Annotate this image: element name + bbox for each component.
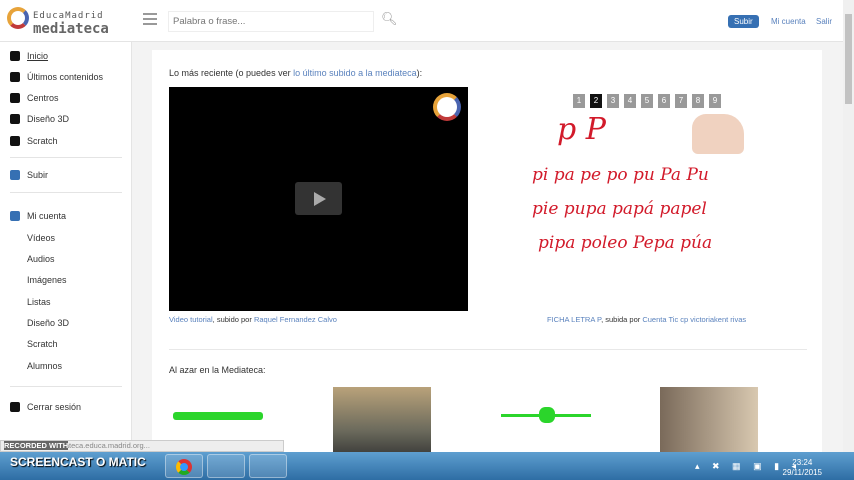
text: , subida por (601, 315, 643, 324)
brand-top: EducaMadrid (33, 11, 104, 21)
menu-icon[interactable] (143, 13, 157, 25)
home-icon (10, 51, 20, 61)
sidebar-subitem-scratch[interactable]: Scratch (27, 339, 58, 349)
page-button-3[interactable]: 3 (607, 94, 619, 108)
search-icon[interactable]: 🔍︎ (381, 11, 398, 27)
sidebar-subitem-diseno3d[interactable]: Diseño 3D (27, 318, 69, 328)
page-button-6[interactable]: 6 (658, 94, 670, 108)
my-account-link[interactable]: Mi cuenta (771, 17, 806, 26)
screencast-watermark: SCREENCAST O MATIC (10, 455, 146, 469)
label: Últimos contenidos (27, 72, 104, 82)
logout-link[interactable]: Salir (816, 17, 832, 26)
recent-heading: Lo más reciente (o puedes ver lo último … (169, 68, 422, 78)
page-scrollbar[interactable] (843, 0, 854, 452)
app-taskbar-button[interactable] (207, 454, 245, 478)
scrollbar-thumb[interactable] (845, 14, 852, 104)
label: Subir (27, 170, 49, 180)
sheet-line: p P (557, 112, 606, 147)
video-title-link[interactable]: Video tutorial (169, 315, 213, 324)
sidebar-subitem-listas[interactable]: Listas (27, 297, 51, 307)
sidebar-subitem-videos[interactable]: Vídeos (27, 233, 55, 243)
sidebar-subitem-imagenes[interactable]: Imágenes (27, 275, 67, 285)
page-button-4[interactable]: 4 (624, 94, 636, 108)
latest-uploads-link[interactable]: lo último subido a la mediateca (293, 68, 417, 78)
image-author-link[interactable]: Cuenta Tic cp victoriakent rivas (642, 315, 746, 324)
page-button-1[interactable]: 1 (573, 94, 585, 108)
text: Lo más reciente (o puedes ver (169, 68, 294, 78)
text: , subido por (212, 315, 254, 324)
upload-icon (10, 170, 20, 180)
page-button-2[interactable]: 2 (590, 94, 602, 108)
sidebar-item-logout[interactable]: Cerrar sesión (10, 402, 81, 412)
label: Inicio (27, 51, 49, 61)
divider (10, 157, 122, 158)
educamadrid-logo[interactable] (7, 7, 29, 29)
page-button-7[interactable]: 7 (675, 94, 687, 108)
label: Centros (27, 93, 59, 103)
divider (169, 349, 807, 350)
sidebar-subitem-alumnos[interactable]: Alumnos (27, 361, 62, 371)
folder-icon (10, 93, 20, 103)
worksheet-image[interactable]: p P pi pa pe po pu Pa Pu pie pupa papá p… (532, 112, 772, 253)
user-icon (10, 211, 20, 221)
text: ): (416, 68, 423, 78)
label: Mi cuenta (27, 211, 67, 221)
pagination: 123456789 (573, 94, 721, 108)
upload-button[interactable]: Subir (728, 15, 759, 28)
image-title-link[interactable]: FICHA LETRA P (547, 315, 601, 324)
random-heading: Al azar en la Mediateca: (169, 365, 266, 375)
sidebar-item-subir[interactable]: Subir (10, 170, 48, 180)
video-author-link[interactable]: Raquel Fernandez Calvo (254, 315, 337, 324)
page-button-9[interactable]: 9 (709, 94, 721, 108)
label: Diseño 3D (27, 114, 70, 124)
brand-bottom[interactable]: mediateca (33, 21, 109, 37)
video-player[interactable] (169, 87, 468, 311)
divider (10, 386, 122, 387)
classroom-video-thumbnail[interactable] (333, 387, 431, 460)
sidebar: Inicio Últimos contenidos Centros Diseño… (0, 42, 132, 452)
sidebar-item-centros[interactable]: Centros (10, 93, 59, 103)
sheet-line: pi pa pe po pu Pa Pu (532, 165, 709, 185)
power-icon (10, 402, 20, 412)
date: 29/11/2015 (782, 468, 822, 477)
clock[interactable]: 23:24 29/11/2015 (783, 458, 822, 478)
sidebar-item-mi-cuenta[interactable]: Mi cuenta (10, 211, 66, 221)
scratch-icon (10, 136, 20, 146)
snipping-taskbar-button[interactable] (249, 454, 287, 478)
sidebar-item-scratch[interactable]: Scratch (10, 136, 58, 146)
page-button-5[interactable]: 5 (641, 94, 653, 108)
status-bar: Esperando a mediateca.educa.madrid.org..… (0, 440, 284, 452)
divider (10, 192, 122, 193)
sidebar-item-diseno3d[interactable]: Diseño 3D (10, 114, 69, 124)
sidebar-item-ultimos[interactable]: Últimos contenidos (10, 72, 103, 82)
header: EducaMadrid mediateca 🔍︎ Subir Mi cuenta… (0, 0, 843, 42)
sidebar-subitem-audios[interactable]: Audios (27, 254, 55, 264)
page-button-8[interactable]: 8 (692, 94, 704, 108)
sheet-line: pipa poleo Pepa púa (538, 233, 713, 253)
video-logo-icon (433, 93, 461, 121)
recorded-watermark: RECORDED WITH (4, 441, 69, 450)
sheet-line: pie pupa papá papel (532, 199, 707, 219)
audio-thumbnail[interactable] (497, 387, 595, 460)
sidebar-item-inicio[interactable]: Inicio (10, 51, 48, 61)
image-caption: FICHA LETRA P, subida por Cuenta Tic cp … (547, 315, 746, 324)
time: 23:24 (792, 458, 813, 467)
label: Cerrar sesión (27, 402, 82, 412)
clock-icon (10, 72, 20, 82)
cube-icon (10, 114, 20, 124)
chrome-taskbar-button[interactable] (165, 454, 203, 478)
search-input[interactable] (168, 11, 374, 32)
label: Scratch (27, 136, 58, 146)
taskbar: SCREENCAST O MATIC ▴ ✖ ▦ ▣ ▮ ◂ 23:24 29/1… (0, 452, 854, 480)
video-caption: Video tutorial, subido por Raquel Fernan… (169, 315, 337, 324)
main-card: Lo más reciente (o puedes ver lo último … (152, 50, 822, 460)
people-video-thumbnail[interactable] (660, 387, 758, 460)
play-button[interactable] (295, 182, 342, 215)
